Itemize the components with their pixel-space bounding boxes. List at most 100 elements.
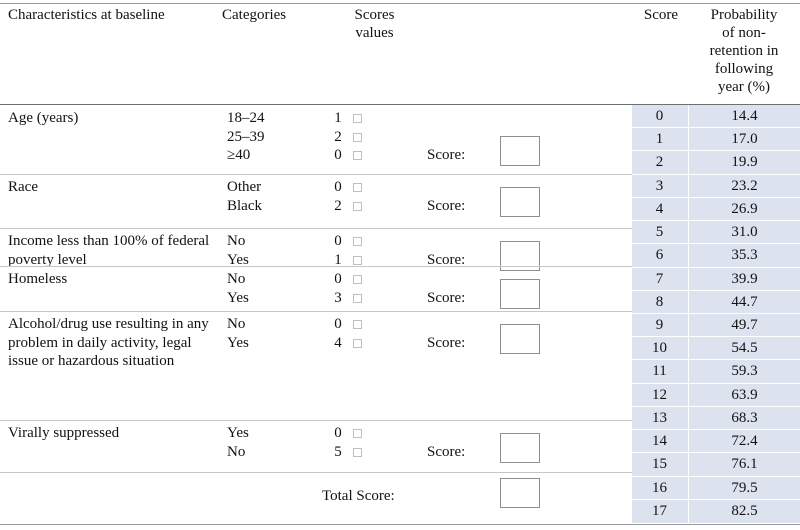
probability-cell: 49.7 — [731, 316, 758, 333]
category-checkbox[interactable] — [353, 237, 362, 246]
score-cell: 1 — [655, 131, 664, 148]
score-value-label: 0 — [334, 147, 342, 164]
probability-cell: 63.9 — [731, 386, 758, 403]
section-score-input[interactable] — [500, 432, 540, 463]
score-value-label: 0 — [334, 425, 342, 441]
score-value-label: 3 — [334, 289, 342, 306]
category-checkbox[interactable] — [353, 183, 362, 192]
column-header-categories: Categories — [222, 7, 287, 23]
probability-cell: 23.2 — [731, 177, 758, 194]
section-score-input[interactable] — [500, 278, 540, 309]
category-label: ≥40 — [227, 147, 251, 164]
category-checkbox[interactable] — [353, 275, 362, 284]
score-cell: 9 — [655, 316, 664, 333]
section-score-label: Score: — [427, 443, 466, 460]
characteristic-label: Age (years) — [8, 110, 79, 126]
section-divider — [0, 227, 632, 229]
score-value-label: 1 — [334, 110, 342, 126]
section-divider — [0, 310, 632, 312]
total-score-label: Total Score: — [322, 488, 395, 504]
section-score-label: Score: — [427, 334, 466, 351]
probability-cell: 44.7 — [731, 293, 758, 310]
score-value-label: 4 — [334, 334, 342, 351]
probability-cell: 26.9 — [731, 200, 758, 217]
section-divider — [0, 265, 632, 267]
score-cell: 10 — [652, 340, 667, 357]
score-value-label: 0 — [334, 316, 342, 332]
section-score-label: Score: — [427, 147, 466, 164]
column-header-score: Score — [643, 7, 679, 23]
score-cell: 3 — [655, 177, 664, 194]
probability-cell: 31.0 — [731, 224, 758, 241]
table-row: 15 76.1 — [632, 453, 800, 477]
total-score-input[interactable] — [500, 478, 540, 508]
score-value-label: 2 — [334, 128, 342, 145]
score-cell: 2 — [655, 154, 664, 171]
column-header-probability: Probability of non- retention in followi… — [709, 7, 779, 95]
probability-cell: 59.3 — [731, 363, 758, 380]
category-checkbox[interactable] — [353, 114, 362, 123]
characteristic-label: Virally suppressed — [8, 425, 120, 441]
section-divider — [0, 471, 632, 473]
table-row: 2 19.9 — [632, 151, 800, 175]
table-top-border — [0, 3, 800, 4]
score-cell: 12 — [652, 386, 667, 403]
category-label: No — [227, 271, 246, 287]
score-cell: 4 — [655, 200, 664, 217]
table-row: 17 82.5 — [632, 499, 800, 523]
table-bottom-border — [0, 524, 800, 525]
score-cell: 8 — [655, 293, 664, 310]
category-checkbox[interactable] — [353, 201, 362, 211]
category-checkbox[interactable] — [353, 293, 362, 303]
category-checkbox[interactable] — [353, 320, 362, 329]
risk-score-worksheet: Characteristics at baseline Categories S… — [0, 0, 800, 530]
category-label: Yes — [227, 425, 249, 441]
category-label: No — [227, 316, 246, 332]
section-score-input[interactable] — [500, 136, 540, 167]
probability-cell: 72.4 — [731, 433, 758, 450]
probability-cell: 14.4 — [731, 108, 758, 124]
table-row: 1 17.0 — [632, 128, 800, 152]
score-cell: 7 — [655, 270, 664, 287]
table-row: 3 23.2 — [632, 174, 800, 198]
table-row: 16 79.5 — [632, 476, 800, 500]
category-checkbox[interactable] — [353, 151, 362, 161]
score-cell: 16 — [652, 479, 667, 496]
score-value-label: 0 — [334, 233, 342, 249]
section-score-label: Score: — [427, 197, 466, 214]
table-row: 8 44.7 — [632, 290, 800, 314]
score-probability-table: 0 14.4 1 17.0 2 19.9 3 23.2 4 26.9 5 31.0 6 35.3 7 39.9… — [632, 105, 800, 523]
category-label: 25–39 — [227, 128, 265, 145]
probability-cell: 82.5 — [731, 502, 758, 519]
section-score-input[interactable] — [500, 323, 540, 354]
score-cell: 6 — [655, 247, 664, 264]
score-value-label: 0 — [334, 179, 342, 195]
section-divider — [0, 173, 632, 175]
category-checkbox[interactable] — [353, 338, 362, 348]
table-row: 7 39.9 — [632, 267, 800, 291]
category-checkbox[interactable] — [353, 132, 362, 142]
score-cell: 15 — [652, 456, 667, 473]
category-checkbox[interactable] — [353, 447, 362, 457]
category-label: Yes — [227, 334, 249, 351]
score-cell: 13 — [652, 409, 667, 426]
section-score-input[interactable] — [500, 186, 540, 217]
section-score-label: Score: — [427, 289, 466, 306]
category-label: No — [227, 443, 246, 460]
probability-cell: 17.0 — [731, 131, 758, 148]
score-value-label: 0 — [334, 271, 342, 287]
table-row: 13 68.3 — [632, 406, 800, 431]
category-label: No — [227, 233, 246, 249]
score-value-label: 5 — [334, 443, 342, 460]
category-label: 18–24 — [227, 110, 265, 126]
table-row: 9 49.7 — [632, 313, 800, 338]
characteristic-label: Homeless — [8, 271, 68, 287]
category-checkbox[interactable] — [353, 429, 362, 438]
score-value-label: 2 — [334, 197, 342, 214]
table-row: 10 54.5 — [632, 337, 800, 361]
table-row: 6 35.3 — [632, 244, 800, 268]
category-label: Black — [227, 197, 262, 214]
column-header-characteristics: Characteristics at baseline — [8, 7, 165, 23]
category-checkbox[interactable] — [353, 255, 362, 265]
characteristic-label: Race — [8, 179, 38, 195]
